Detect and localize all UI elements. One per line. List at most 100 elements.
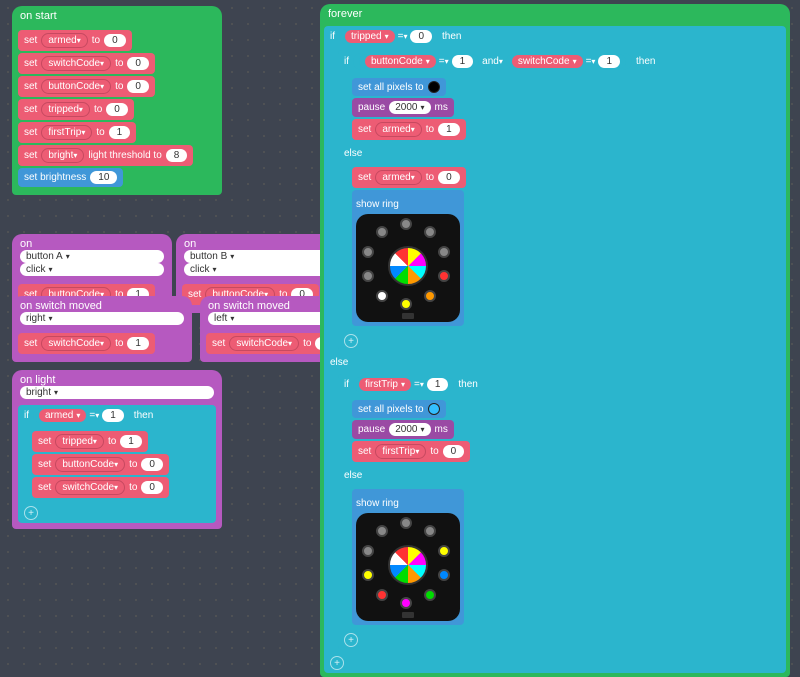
pause-2000b[interactable]: pause2000ms bbox=[352, 420, 780, 439]
btn-b-sel[interactable]: button B bbox=[184, 250, 328, 263]
plus-icon[interactable]: + bbox=[344, 633, 358, 647]
val-buttoncode[interactable]: 0 bbox=[127, 80, 149, 93]
on-light-block[interactable]: on light bright ifarmed=1then settripped… bbox=[12, 370, 222, 529]
val-armed[interactable]: 0 bbox=[104, 34, 126, 47]
v[interactable]: firstTrip bbox=[375, 444, 426, 459]
set-armed-1[interactable]: setarmedto1 bbox=[352, 119, 780, 140]
light-mode[interactable]: bright bbox=[20, 386, 214, 399]
led-8[interactable] bbox=[362, 545, 374, 557]
var-armed[interactable]: armed bbox=[41, 33, 87, 48]
val-firsttrip[interactable]: 1 bbox=[109, 126, 131, 139]
n[interactable]: 1 bbox=[120, 435, 142, 448]
outer-if-op[interactable]: = bbox=[398, 31, 408, 42]
in-l-val[interactable]: 1 bbox=[452, 55, 474, 68]
on-switch-right-block[interactable]: on switch moved right setswitchCodeto1 bbox=[12, 296, 192, 362]
led-8[interactable] bbox=[362, 246, 374, 258]
val-brightness[interactable]: 10 bbox=[90, 171, 117, 184]
led-1[interactable] bbox=[424, 525, 436, 537]
n[interactable]: 0 bbox=[443, 445, 465, 458]
led-4[interactable] bbox=[424, 290, 436, 302]
ft-var[interactable]: firstTrip bbox=[359, 378, 411, 391]
led-5[interactable] bbox=[400, 597, 412, 609]
val-switchcode[interactable]: 0 bbox=[127, 57, 149, 70]
v[interactable]: tripped bbox=[55, 434, 104, 449]
in-r-op[interactable]: = bbox=[586, 56, 596, 67]
on-start-block[interactable]: on start setarmedto0 setswitchCodeto0 se… bbox=[12, 6, 222, 195]
set-brightness-row[interactable]: set brightness10 bbox=[18, 168, 216, 187]
led-3[interactable] bbox=[438, 270, 450, 282]
show-ring-1[interactable]: show ring bbox=[352, 190, 780, 326]
led-2[interactable] bbox=[438, 545, 450, 557]
set-buttoncode-row[interactable]: setbuttonCodeto0 bbox=[18, 76, 216, 97]
pause-2000a[interactable]: pause2000ms bbox=[352, 98, 780, 117]
color-black[interactable] bbox=[428, 81, 440, 93]
led-6[interactable] bbox=[376, 290, 388, 302]
plus-icon[interactable]: + bbox=[330, 656, 344, 670]
n[interactable]: 0 bbox=[438, 171, 460, 184]
in-r-val[interactable]: 1 bbox=[598, 55, 620, 68]
light-set-switchcode[interactable]: setswitchCodeto0 bbox=[32, 477, 213, 498]
inner-if-foot[interactable]: + bbox=[338, 331, 783, 351]
in-r-var[interactable]: switchCode bbox=[512, 55, 583, 68]
v[interactable]: buttonCode bbox=[55, 457, 125, 472]
val-bright[interactable]: 8 bbox=[166, 149, 188, 162]
else-if-head[interactable]: iffirstTrip=1then bbox=[338, 374, 783, 395]
set-firsttrip-row[interactable]: setfirstTripto1 bbox=[18, 122, 216, 143]
led-0[interactable] bbox=[400, 218, 412, 230]
outer-if-val[interactable]: 0 bbox=[410, 30, 432, 43]
if-val[interactable]: 1 bbox=[102, 409, 124, 422]
led-4[interactable] bbox=[424, 589, 436, 601]
led-3[interactable] bbox=[438, 569, 450, 581]
sw-r-val[interactable]: 1 bbox=[127, 337, 149, 350]
plus-icon[interactable]: + bbox=[344, 334, 358, 348]
inner-else[interactable]: else bbox=[338, 145, 783, 162]
setallpixels-black[interactable]: set all pixels to bbox=[352, 78, 780, 96]
n[interactable]: 0 bbox=[141, 481, 163, 494]
outer-if-var[interactable]: tripped bbox=[345, 30, 395, 43]
var-firsttrip[interactable]: firstTrip bbox=[41, 125, 92, 140]
led-0[interactable] bbox=[400, 517, 412, 529]
led-9[interactable] bbox=[376, 525, 388, 537]
led-7[interactable] bbox=[362, 270, 374, 282]
inner-if-head[interactable]: if buttonCode=1 and switchCode=1 then bbox=[338, 50, 783, 73]
sw-r-set-row[interactable]: setswitchCodeto1 bbox=[18, 333, 186, 354]
set-bright-row[interactable]: setbrightlight threshold to8 bbox=[18, 145, 216, 166]
led-6[interactable] bbox=[376, 589, 388, 601]
color-cyan[interactable] bbox=[428, 403, 440, 415]
if-var-armed[interactable]: armed bbox=[39, 409, 86, 422]
v[interactable]: armed bbox=[375, 122, 421, 137]
evt-click[interactable]: click bbox=[184, 263, 328, 276]
set-switchcode-row[interactable]: setswitchCodeto0 bbox=[18, 53, 216, 74]
light-set-tripped[interactable]: settrippedto1 bbox=[32, 431, 213, 452]
set-armed-row[interactable]: setarmedto0 bbox=[18, 30, 216, 51]
n[interactable]: 1 bbox=[438, 123, 460, 136]
var-tripped[interactable]: tripped bbox=[41, 102, 90, 117]
in-l-op[interactable]: = bbox=[439, 56, 449, 67]
val-tripped[interactable]: 0 bbox=[106, 103, 128, 116]
var-buttoncode[interactable]: buttonCode bbox=[41, 79, 111, 94]
if-op[interactable]: = bbox=[89, 410, 99, 421]
led-2[interactable] bbox=[438, 246, 450, 258]
forever-block[interactable]: forever iftripped=0then if buttonCode=1 … bbox=[320, 4, 790, 677]
else-if-foot[interactable]: + bbox=[338, 630, 783, 650]
outer-if-foot[interactable]: + bbox=[324, 653, 786, 673]
sw-r-var[interactable]: switchCode bbox=[41, 336, 111, 351]
ft-val[interactable]: 1 bbox=[427, 378, 449, 391]
ring-widget-2[interactable] bbox=[356, 513, 460, 621]
pause-val[interactable]: 2000 bbox=[389, 101, 430, 114]
evt-click[interactable]: click bbox=[20, 263, 164, 276]
setallpixels-cyan[interactable]: set all pixels to bbox=[352, 400, 780, 418]
led-1[interactable] bbox=[424, 226, 436, 238]
else-else[interactable]: else bbox=[338, 467, 783, 484]
sw-l-var[interactable]: switchCode bbox=[229, 336, 299, 351]
led-7[interactable] bbox=[362, 569, 374, 581]
btn-a-sel[interactable]: button A bbox=[20, 250, 164, 263]
set-armed-0[interactable]: setarmedto0 bbox=[352, 167, 780, 188]
and-op[interactable]: and bbox=[482, 56, 503, 67]
ft-op[interactable]: = bbox=[414, 379, 424, 390]
outer-if-head[interactable]: iftripped=0then bbox=[324, 26, 786, 47]
dir-right[interactable]: right bbox=[20, 312, 184, 325]
ring-widget-1[interactable] bbox=[356, 214, 460, 322]
n[interactable]: 0 bbox=[141, 458, 163, 471]
var-switchcode[interactable]: switchCode bbox=[41, 56, 111, 71]
